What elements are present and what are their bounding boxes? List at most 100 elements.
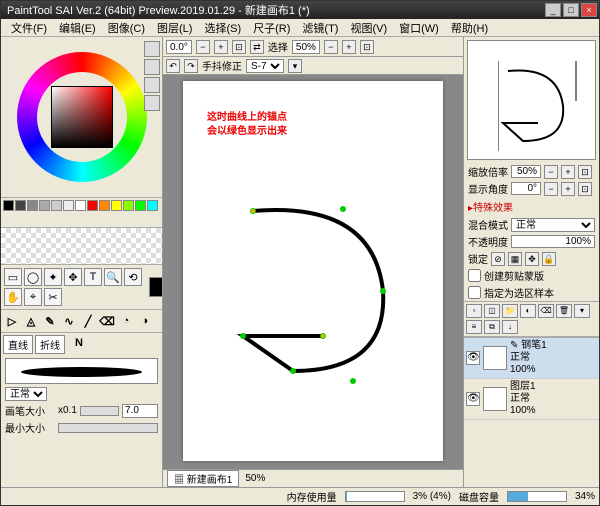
new-linework[interactable]: ◫ [484,304,500,318]
subtool-anchor[interactable]: ◬ [23,313,39,329]
close-button[interactable]: × [581,3,597,17]
brush-size-slider[interactable] [80,406,119,416]
swatch[interactable] [15,200,26,211]
clip-check[interactable] [468,269,481,282]
swatch[interactable] [3,200,14,211]
rot-dec[interactable]: − [196,40,210,54]
menu-filter[interactable]: 滤镜(T) [296,20,344,36]
zoom-val[interactable]: 50% [511,165,541,178]
angle-val[interactable]: 0° [511,182,541,195]
color-tab-2[interactable] [144,59,160,75]
layer-clear[interactable]: ⌫ [538,304,554,318]
menu-image[interactable]: 图像(C) [102,20,151,36]
subtool-weight[interactable]: ◔ [118,313,134,329]
tool-move[interactable]: ✥ [64,268,82,286]
tool-lasso[interactable]: ◯ [24,268,42,286]
swatch[interactable] [27,200,38,211]
rot-inc[interactable]: + [214,40,228,54]
swatch[interactable] [63,200,74,211]
tool-rotate[interactable]: ⟲ [124,268,142,286]
menu-help[interactable]: 帮助(H) [445,20,494,36]
subtool-curve[interactable]: ∿ [61,313,77,329]
subtool-arrow[interactable]: ▷ [4,313,20,329]
new-folder[interactable]: 📁 [502,304,518,318]
swatch[interactable] [75,200,86,211]
swatch[interactable] [135,200,146,211]
sel-inc[interactable]: + [342,40,356,54]
swatch[interactable] [111,200,122,211]
subtool-erase[interactable]: ⌫ [99,313,115,329]
ang-inc[interactable]: + [561,182,575,196]
swatch[interactable] [51,200,62,211]
tool-picker[interactable]: ⌖ [24,288,42,306]
maximize-button[interactable]: □ [563,3,579,17]
undo-btn[interactable]: ↶ [166,59,180,73]
zoom-fit[interactable]: ⊡ [578,165,592,179]
swatch[interactable] [123,200,134,211]
color-square[interactable] [51,86,113,148]
dup-layer[interactable]: ⧉ [484,320,500,334]
zoom-in[interactable]: + [561,165,575,179]
tool-text[interactable]: T [84,268,102,286]
menu-ruler[interactable]: 尺子(R) [247,20,296,36]
new-layer[interactable]: ▫ [466,304,482,318]
color-tab-3[interactable] [144,77,160,93]
swatch[interactable] [87,200,98,211]
layer-visible-0[interactable]: 👁 [466,351,480,365]
stabilizer-select[interactable]: S-7 [246,59,284,73]
tool-crop[interactable]: ✂ [44,288,62,306]
fx-header[interactable]: ▸特殊效果 [464,197,599,216]
rot-reset[interactable]: ⊡ [232,40,246,54]
color-tab-1[interactable] [144,41,160,57]
zoom-out[interactable]: − [544,165,558,179]
merge-down[interactable]: ▾ [574,304,590,318]
subtool-pen[interactable]: ✎ [42,313,58,329]
color-tab-4[interactable] [144,95,160,111]
flip-h[interactable]: ⇄ [250,40,264,54]
ang-reset[interactable]: ⊡ [578,182,592,196]
linetype-poly[interactable]: 折线 [35,335,65,354]
menu-edit[interactable]: 编辑(E) [53,20,102,36]
menu-select[interactable]: 选择(S) [198,20,247,36]
sel-reset[interactable]: ⊡ [360,40,374,54]
navigator[interactable] [467,40,596,160]
tool-hand[interactable]: ✋ [4,288,22,306]
lock-pos[interactable]: ✥ [525,252,539,266]
layer-item-0[interactable]: 👁 ✎ 钢笔1正常100% [464,338,599,379]
tool-zoom[interactable]: 🔍 [104,268,122,286]
flatten[interactable]: ≡ [466,320,482,334]
stab-opt[interactable]: ▾ [288,59,302,73]
opacity-val[interactable]: 100% [511,235,595,248]
linetype-straight[interactable]: 直线 [3,335,33,354]
blend-select[interactable]: 正常 [511,218,595,232]
tool-marquee[interactable]: ▭ [4,268,22,286]
swatch[interactable] [99,200,110,211]
menu-file[interactable]: 文件(F) [5,20,53,36]
layer-mask[interactable]: ◐ [520,304,536,318]
menu-layer[interactable]: 图层(L) [151,20,198,36]
canvas[interactable]: 这时曲线上的锚点 会以绿色显示出来 [183,81,443,461]
doc-tab[interactable]: ▦ 新建画布1 [167,470,239,487]
n-icon[interactable]: N [71,335,87,351]
xfer-down[interactable]: ↓ [502,320,518,334]
sel-dec[interactable]: − [324,40,338,54]
lock-pixel[interactable]: ▦ [508,252,522,266]
subtool-line[interactable]: ╱ [80,313,96,329]
layer-del[interactable]: 🗑 [556,304,572,318]
swatch[interactable] [39,200,50,211]
subtool-color[interactable]: ◑ [137,313,153,329]
brush-mode-select[interactable]: 正常 [5,387,47,401]
rotation-field[interactable]: 0.0° [166,40,192,54]
brush-size-input[interactable] [122,404,158,418]
layer-item-1[interactable]: 👁 图层1正常100% [464,379,599,420]
layer-visible-1[interactable]: 👁 [466,392,480,406]
color-picker[interactable] [1,37,162,197]
redo-btn[interactable]: ↷ [184,59,198,73]
tool-wand[interactable]: ✦ [44,268,62,286]
ang-dec[interactable]: − [544,182,558,196]
fg-color[interactable] [149,277,163,297]
select-pct[interactable]: 50% [292,40,320,54]
lock-none[interactable]: ⊘ [491,252,505,266]
menu-view[interactable]: 视图(V) [344,20,393,36]
menu-window[interactable]: 窗口(W) [393,20,445,36]
